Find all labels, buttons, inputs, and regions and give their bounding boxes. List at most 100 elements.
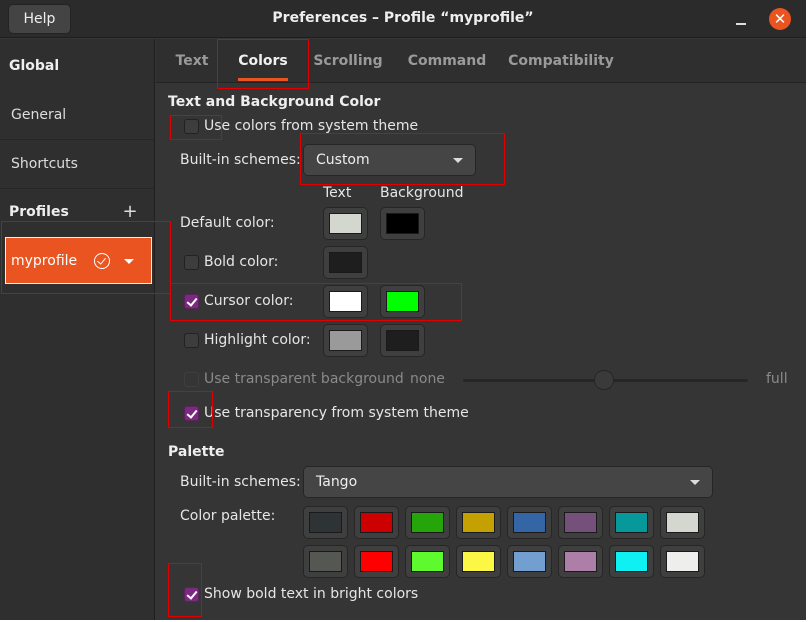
tab-scrolling[interactable]: Scrolling xyxy=(310,39,386,83)
color-swatch xyxy=(513,551,546,572)
sidebar: Global General Shortcuts Profiles + mypr… xyxy=(0,39,155,620)
system-transparency-label: Use transparency from system theme xyxy=(204,405,469,421)
palette-color-button[interactable] xyxy=(456,506,501,539)
bold-color-button[interactable] xyxy=(323,246,368,279)
sidebar-item-shortcuts[interactable]: Shortcuts xyxy=(0,140,154,188)
transparent-background-label: Use transparent background xyxy=(204,371,404,387)
palette-color-button[interactable] xyxy=(507,545,552,578)
color-swatch xyxy=(666,551,699,572)
color-swatch xyxy=(462,512,495,533)
builtin-schemes-combo[interactable]: Custom xyxy=(303,144,476,176)
palette-color-button[interactable] xyxy=(609,506,654,539)
palette-schemes-combo[interactable]: Tango xyxy=(303,466,713,498)
window-title: Preferences – Profile “myprofile” xyxy=(272,10,534,26)
tab-colors[interactable]: Colors xyxy=(228,39,298,83)
color-swatch xyxy=(309,551,342,572)
palette-color-button[interactable] xyxy=(507,506,552,539)
bright-bold-checkbox[interactable] xyxy=(184,587,199,602)
color-swatch xyxy=(329,291,362,312)
default-profile-check-icon xyxy=(94,253,110,269)
color-swatch xyxy=(360,512,393,533)
palette-color-button[interactable] xyxy=(456,545,501,578)
use-system-colors-checkbox[interactable] xyxy=(184,119,199,134)
transparent-background-checkbox[interactable] xyxy=(184,372,199,387)
colors-panel: Text and Background Color Use colors fro… xyxy=(156,84,806,620)
text-background-section-title: Text and Background Color xyxy=(168,94,381,110)
color-swatch xyxy=(513,512,546,533)
color-swatch xyxy=(329,330,362,351)
palette-color-button[interactable] xyxy=(558,545,603,578)
default-color-label: Default color: xyxy=(180,215,275,231)
global-heading: Global xyxy=(9,58,60,74)
text-column-header: Text xyxy=(323,185,352,201)
color-swatch xyxy=(386,330,419,351)
tab-command[interactable]: Command xyxy=(404,39,490,83)
palette-color-button[interactable] xyxy=(660,545,705,578)
tab-bar: Text Colors Scrolling Command Compatibil… xyxy=(156,39,806,83)
cursor-background-color-button[interactable] xyxy=(380,285,425,318)
default-text-color-button[interactable] xyxy=(323,207,368,240)
palette-color-button[interactable] xyxy=(609,545,654,578)
color-swatch xyxy=(462,551,495,572)
color-swatch xyxy=(386,291,419,312)
system-transparency-checkbox[interactable] xyxy=(184,406,199,421)
palette-schemes-value: Tango xyxy=(316,474,358,490)
palette-color-button[interactable] xyxy=(354,506,399,539)
color-swatch xyxy=(666,512,699,533)
builtin-schemes-value: Custom xyxy=(316,152,370,168)
cursor-text-color-button[interactable] xyxy=(323,285,368,318)
cursor-color-checkbox[interactable] xyxy=(184,294,199,309)
slider-min-label: none xyxy=(410,371,445,387)
highlight-color-label: Highlight color: xyxy=(204,332,311,348)
profiles-heading: Profiles xyxy=(9,204,69,220)
palette-color-button[interactable] xyxy=(354,545,399,578)
transparency-slider-handle[interactable] xyxy=(594,370,614,390)
builtin-schemes-label: Built-in schemes: xyxy=(180,152,301,168)
tab-text[interactable]: Text xyxy=(166,39,218,83)
palette-color-button[interactable] xyxy=(660,506,705,539)
highlight-background-color-button[interactable] xyxy=(380,324,425,357)
color-swatch xyxy=(564,551,597,572)
title-bar: Help Preferences – Profile “myprofile” ✕ xyxy=(0,0,806,38)
bold-color-label: Bold color: xyxy=(204,254,279,270)
sidebar-item-general[interactable]: General xyxy=(0,91,154,139)
profile-menu-chevron-down-icon[interactable] xyxy=(124,259,134,264)
color-swatch xyxy=(411,551,444,572)
minimize-icon[interactable] xyxy=(730,8,752,30)
add-profile-icon[interactable]: + xyxy=(122,203,138,221)
profile-name: myprofile xyxy=(11,252,78,269)
palette-color-button[interactable] xyxy=(405,506,450,539)
highlight-text-color-button[interactable] xyxy=(323,324,368,357)
close-icon[interactable]: ✕ xyxy=(769,8,791,30)
use-system-colors-label: Use colors from system theme xyxy=(204,118,419,134)
tab-compatibility[interactable]: Compatibility xyxy=(506,39,616,83)
color-palette-label: Color palette: xyxy=(180,508,276,524)
color-swatch xyxy=(329,213,362,234)
palette-section-title: Palette xyxy=(168,444,225,460)
palette-schemes-label: Built-in schemes: xyxy=(180,474,301,490)
default-background-color-button[interactable] xyxy=(380,207,425,240)
palette-color-button[interactable] xyxy=(303,506,348,539)
chevron-down-icon xyxy=(690,480,700,485)
palette-color-button[interactable] xyxy=(405,545,450,578)
bright-bold-label: Show bold text in bright colors xyxy=(204,586,419,602)
sidebar-divider xyxy=(0,188,154,189)
bold-color-checkbox[interactable] xyxy=(184,255,199,270)
palette-color-button[interactable] xyxy=(303,545,348,578)
background-column-header: Background xyxy=(380,185,464,201)
color-swatch xyxy=(615,512,648,533)
color-swatch xyxy=(329,252,362,273)
palette-color-button[interactable] xyxy=(558,506,603,539)
chevron-down-icon xyxy=(453,158,463,163)
color-swatch xyxy=(386,213,419,234)
color-swatch xyxy=(360,551,393,572)
highlight-color-checkbox[interactable] xyxy=(184,333,199,348)
color-swatch xyxy=(564,512,597,533)
color-swatch xyxy=(411,512,444,533)
preferences-window: Help Preferences – Profile “myprofile” ✕… xyxy=(0,0,806,620)
cursor-color-label: Cursor color: xyxy=(204,293,294,309)
color-swatch xyxy=(615,551,648,572)
color-swatch xyxy=(309,512,342,533)
slider-max-label: full xyxy=(766,371,788,387)
sidebar-item-profile[interactable]: myprofile xyxy=(5,237,152,284)
